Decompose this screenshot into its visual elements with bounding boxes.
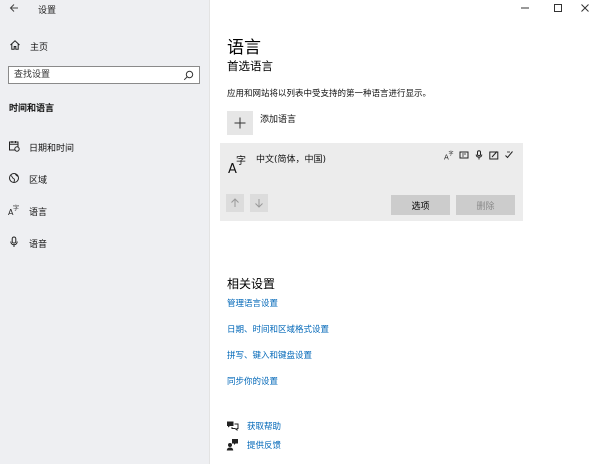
arrow-up-icon: [231, 198, 239, 207]
related-settings-title: 相关设置: [227, 277, 276, 291]
sidebar-item-label: 主页: [30, 43, 49, 53]
move-down-button[interactable]: [250, 194, 268, 212]
back-arrow-icon: [9, 4, 18, 12]
page-subtitle: 首选语言: [227, 59, 273, 73]
search-input[interactable]: [9, 67, 169, 83]
get-help-label: 获取帮助: [247, 422, 282, 432]
title-bar: 设置: [0, 0, 210, 18]
search-box: [8, 66, 200, 84]
sidebar-item-label: 日期和时间: [29, 144, 75, 154]
svg-text:字: 字: [13, 204, 19, 212]
date-time-region-format-link[interactable]: 日期、时间和区域格式设置: [227, 323, 329, 335]
plus-icon: [227, 111, 253, 135]
microphone-icon: [10, 236, 18, 247]
sidebar-item-date-time[interactable]: 日期和时间: [0, 136, 210, 156]
svg-text:字: 字: [449, 150, 454, 157]
help-chat-icon: [227, 421, 239, 431]
sidebar-item-speech[interactable]: 语音: [0, 232, 210, 252]
sidebar-item-label: 语音: [29, 240, 48, 250]
add-language-button[interactable]: 添加语言: [227, 111, 296, 135]
text-to-speech-icon: [459, 151, 469, 159]
spell-check-icon: [505, 151, 513, 159]
spelling-typing-keyboard-link[interactable]: 拼写、键入和键盘设置: [227, 349, 312, 361]
move-up-button[interactable]: [226, 194, 244, 212]
calendar-icon: [9, 141, 20, 152]
handwriting-icon: [489, 151, 499, 160]
add-language-label: 添加语言: [260, 115, 297, 125]
page-title: 语言: [227, 38, 261, 58]
sidebar: 设置 主页 时间和语言 日期和时间 区域 A字 语言 语音: [0, 0, 210, 464]
search-icon[interactable]: [183, 70, 194, 81]
arrow-down-icon: [255, 199, 263, 208]
main-content: 语言 首选语言 应用和网站将以列表中受支持的第一种语言进行显示。 添加语言 A …: [211, 0, 600, 464]
options-button[interactable]: 选项: [391, 195, 450, 215]
remove-button[interactable]: 删除: [456, 195, 515, 215]
manage-language-settings-link[interactable]: 管理语言设置: [227, 297, 278, 309]
display-language-icon: A字: [444, 150, 454, 160]
language-name: 中文(简体，中国): [256, 155, 327, 165]
language-icon: A 字: [228, 154, 246, 175]
app-title: 设置: [38, 6, 57, 16]
language-features: A字: [444, 150, 514, 160]
home-icon: [10, 40, 20, 50]
globe-icon: [9, 173, 19, 183]
sidebar-item-language[interactable]: A字 语言: [0, 200, 210, 220]
section-title: 时间和语言: [9, 104, 55, 114]
language-card[interactable]: A 字 中文(简体，中国) A字 选项 删除: [220, 143, 523, 221]
back-button[interactable]: [6, 1, 22, 15]
give-feedback-label: 提供反馈: [247, 441, 282, 451]
language-icon: A字: [8, 204, 19, 216]
page-description: 应用和网站将以列表中受支持的第一种语言进行显示。: [227, 89, 432, 99]
sidebar-item-region[interactable]: 区域: [0, 168, 210, 188]
sidebar-item-label: 区域: [29, 176, 48, 186]
speech-recognition-icon: [475, 150, 483, 160]
svg-text:字: 字: [236, 154, 246, 167]
sidebar-item-label: 语言: [29, 208, 48, 218]
feedback-icon: [226, 439, 238, 451]
sidebar-item-home[interactable]: 主页: [0, 36, 210, 56]
sync-settings-link[interactable]: 同步你的设置: [227, 375, 278, 387]
